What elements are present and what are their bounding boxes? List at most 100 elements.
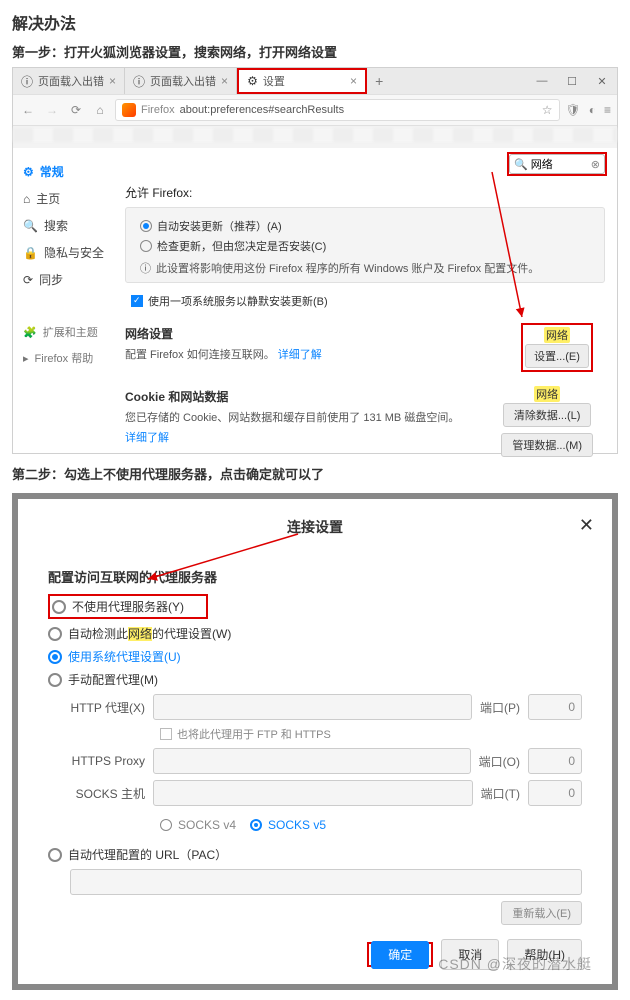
highlight-network: 网络: [534, 386, 560, 402]
sidebar-item-privacy[interactable]: 🔒隐私与安全: [17, 239, 117, 266]
highlight-network: 网络: [544, 327, 570, 343]
address-bar[interactable]: Firefox about:preferences#searchResults …: [115, 99, 560, 121]
info-icon: ⓘ: [140, 260, 151, 276]
tab-error-2[interactable]: ⓘ 页面载入出错 ×: [125, 68, 237, 94]
sidebar-item-label: 隐私与安全: [44, 244, 104, 261]
sidebar-item-label: 主页: [36, 190, 60, 207]
close-icon[interactable]: ✕: [579, 515, 594, 536]
radio-icon: [48, 673, 62, 687]
prefs-search-wrap: 🔍 ⊗: [507, 152, 607, 176]
port-label: 端口(P): [480, 699, 520, 716]
socks-port-input[interactable]: [528, 780, 582, 806]
pac-url-input[interactable]: [70, 869, 582, 895]
url-text: about:preferences#searchResults: [180, 104, 344, 116]
sidebar-item-home[interactable]: ⌂ 主页: [17, 185, 117, 212]
close-button[interactable]: ✕: [587, 75, 617, 88]
bookmark-icon[interactable]: ☆: [542, 103, 553, 117]
http-port-input[interactable]: [528, 694, 582, 720]
opt-pac[interactable]: 自动代理配置的 URL（PAC）: [48, 846, 582, 863]
manage-data-button[interactable]: 管理数据...(M): [501, 433, 593, 457]
home-icon: ⌂: [23, 192, 30, 206]
menu-icon[interactable]: ≡: [604, 103, 611, 117]
tab-settings[interactable]: ⚙ 设置 ×: [237, 68, 367, 94]
check-label: 也将此代理用于 FTP 和 HTTPS: [177, 726, 331, 742]
gear-icon: ⚙: [23, 165, 34, 179]
info-icon: ⓘ: [133, 73, 145, 90]
socks-input[interactable]: [153, 780, 473, 806]
highlight-network: 网络: [128, 627, 152, 641]
sidebar-item-addons[interactable]: 🧩 扩展和主题: [17, 319, 117, 345]
allow-title: 允许 Firefox:: [125, 184, 605, 201]
sync-icon: ⟳: [23, 273, 33, 287]
prefs-body: ⚙ 常规 ⌂ 主页 🔍搜索 🔒隐私与安全 ⟳同步 🧩 扩展和主题 ▸Firefox 帮…: [13, 148, 617, 453]
clear-icon[interactable]: ⊗: [591, 158, 600, 171]
firefox-icon: [122, 103, 136, 117]
new-tab-button[interactable]: +: [367, 73, 391, 89]
radio-check-only[interactable]: 检查更新，但由您决定是否安装(C): [140, 238, 596, 254]
cookie-buttons: 网络 清除数据...(L) 管理数据...(M): [501, 386, 593, 457]
reload-button[interactable]: 重新载入(E): [501, 901, 582, 925]
account-icon[interactable]: ◐: [589, 103, 596, 117]
min-button[interactable]: —: [527, 75, 557, 88]
manual-proxy-grid: HTTP 代理(X) 端口(P) 也将此代理用于 FTP 和 HTTPS HTT…: [70, 694, 582, 838]
cookie-learn-link[interactable]: 详细了解: [125, 432, 169, 444]
close-icon[interactable]: ×: [109, 74, 116, 88]
sidebar-item-general[interactable]: ⚙ 常规: [17, 158, 117, 185]
close-icon[interactable]: ×: [221, 74, 228, 88]
prefs-search[interactable]: 🔍 ⊗: [509, 154, 605, 174]
max-button[interactable]: ☐: [557, 75, 587, 88]
search-input[interactable]: [531, 158, 591, 170]
search-icon: 🔍: [514, 158, 528, 171]
opt-system-proxy[interactable]: 使用系统代理设置(U): [48, 648, 582, 665]
reload-icon[interactable]: ⟳: [67, 101, 85, 119]
info-icon: ⓘ: [21, 73, 33, 90]
checkbox-icon: [131, 295, 143, 307]
learn-more-link[interactable]: 详细了解: [278, 349, 322, 361]
radio-auto-install[interactable]: 自动安装更新（推荐）(A): [140, 218, 596, 234]
radio-icon: [250, 819, 262, 831]
modal-title: 连接设置: [48, 517, 582, 537]
check-label: 使用一项系统服务以静默安装更新(B): [148, 293, 328, 309]
sidebar-item-label: 扩展和主题: [43, 324, 98, 340]
radio-icon: [140, 220, 152, 232]
https-proxy-input[interactable]: [153, 748, 471, 774]
network-settings-button[interactable]: 设置...(E): [525, 344, 589, 368]
check-bg-service[interactable]: 使用一项系统服务以静默安装更新(B): [131, 293, 605, 309]
tab-error-1[interactable]: ⓘ 页面载入出错 ×: [13, 68, 125, 94]
shield-icon[interactable]: 🛡: [566, 103, 581, 117]
radio-label: 检查更新，但由您决定是否安装(C): [157, 238, 326, 254]
https-port-input[interactable]: [528, 748, 582, 774]
close-icon[interactable]: ×: [350, 74, 357, 88]
opt-label: 自动检测此网络的代理设置(W): [68, 625, 231, 642]
socks-v5[interactable]: SOCKS v5: [250, 818, 326, 832]
forward-icon[interactable]: →: [43, 101, 61, 119]
opt-auto-detect[interactable]: 自动检测此网络的代理设置(W): [48, 625, 582, 642]
home-icon[interactable]: ⌂: [91, 101, 109, 119]
sidebar-item-label: 常规: [40, 163, 64, 180]
opt-no-proxy[interactable]: 不使用代理服务器(Y): [48, 594, 208, 619]
radio-label: 自动安装更新（推荐）(A): [157, 218, 282, 234]
back-icon[interactable]: ←: [19, 101, 37, 119]
ftp-https-check[interactable]: 也将此代理用于 FTP 和 HTTPS: [160, 726, 582, 742]
prefs-sidebar: ⚙ 常规 ⌂ 主页 🔍搜索 🔒隐私与安全 ⟳同步 🧩 扩展和主题 ▸Firefox 帮…: [17, 152, 117, 449]
tab-label: 页面载入出错: [150, 73, 216, 89]
sidebar-item-search[interactable]: 🔍搜索: [17, 212, 117, 239]
socks-v4[interactable]: SOCKS v4: [160, 818, 236, 832]
opt-label: 自动代理配置的 URL（PAC）: [68, 846, 227, 863]
opt-manual-proxy[interactable]: 手动配置代理(M): [48, 671, 582, 688]
tabs-row: ⓘ 页面载入出错 × ⓘ 页面载入出错 × ⚙ 设置 × + — ☐ ✕: [13, 68, 617, 94]
help-icon: ▸: [23, 352, 29, 365]
radio-icon: [48, 848, 62, 862]
ok-button[interactable]: 确定: [371, 941, 429, 969]
sidebar-item-sync[interactable]: ⟳同步: [17, 266, 117, 293]
sidebar-item-help[interactable]: ▸Firefox 帮助: [17, 345, 117, 371]
http-proxy-input[interactable]: [153, 694, 472, 720]
checkbox-icon: [160, 728, 172, 740]
port-label: 端口(O): [479, 753, 520, 770]
puzzle-icon: 🧩: [23, 326, 37, 339]
radio-icon: [160, 819, 172, 831]
clear-data-button[interactable]: 清除数据...(L): [503, 403, 592, 427]
connection-settings-modal: 连接设置 ✕ 配置访问互联网的代理服务器 不使用代理服务器(Y) 自动检测此网络…: [12, 493, 618, 990]
port-label: 端口(T): [481, 785, 520, 802]
opt-label: 手动配置代理(M): [68, 671, 158, 688]
